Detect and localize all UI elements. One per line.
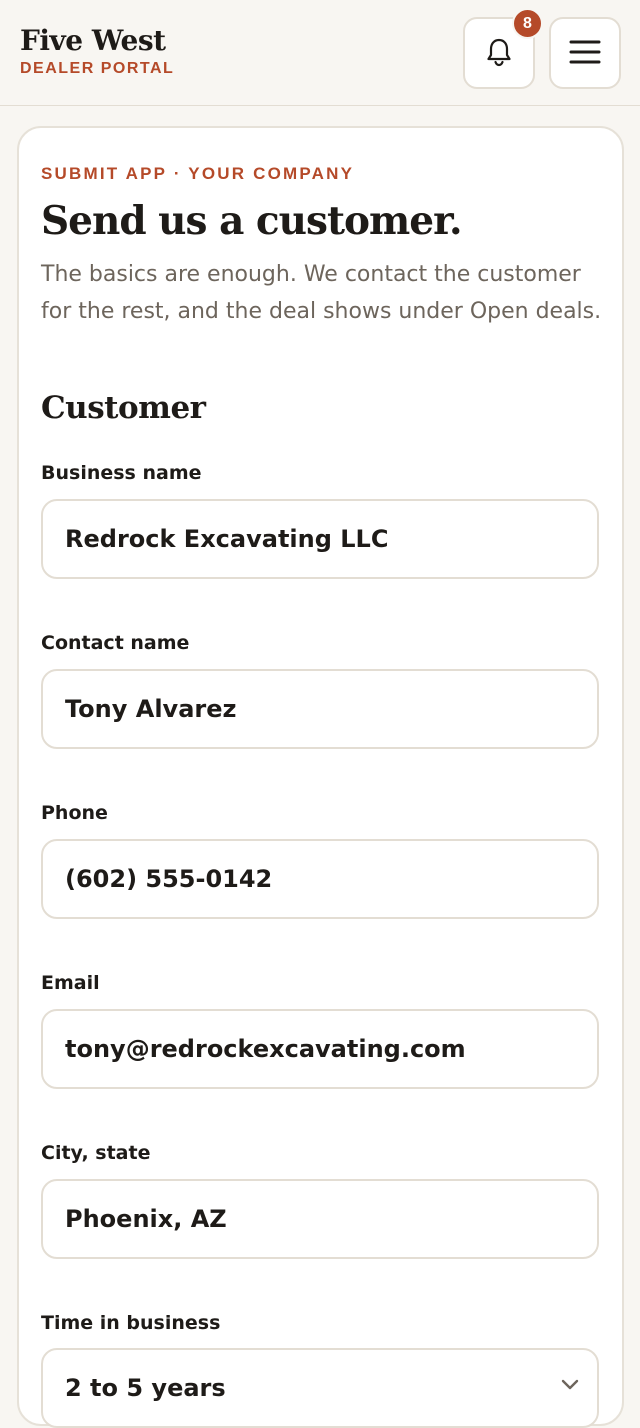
- email-label: Email: [41, 972, 100, 994]
- page-eyebrow: SUBMIT APP · YOUR COMPANY: [41, 164, 355, 183]
- time-in-business-label: Time in business: [41, 1312, 221, 1334]
- brand-logo[interactable]: Five West DEALER PORTAL: [20, 24, 174, 78]
- brand-name: Five West: [20, 24, 166, 57]
- top-header: Five West DEALER PORTAL 8: [0, 0, 640, 106]
- section-title-customer: Customer: [41, 390, 206, 426]
- business-name-input[interactable]: [41, 499, 599, 579]
- hamburger-menu-icon: [569, 39, 601, 68]
- page-title: Send us a customer.: [41, 198, 463, 244]
- city-state-label: City, state: [41, 1142, 151, 1164]
- phone-input[interactable]: [41, 839, 599, 919]
- phone-label: Phone: [41, 802, 108, 824]
- bell-icon: [485, 37, 513, 70]
- city-state-input[interactable]: [41, 1179, 599, 1259]
- page-intro: The basics are enough. We contact the cu…: [41, 262, 602, 324]
- email-input[interactable]: [41, 1009, 599, 1089]
- business-name-label: Business name: [41, 462, 202, 484]
- time-in-business-select[interactable]: 2 to 5 years: [41, 1348, 599, 1428]
- notification-count-badge: 8: [512, 8, 543, 39]
- contact-name-label: Contact name: [41, 632, 190, 654]
- menu-button[interactable]: [549, 17, 621, 89]
- chevron-down-icon: [561, 1376, 579, 1395]
- contact-name-input[interactable]: [41, 669, 599, 749]
- time-in-business-selected: 2 to 5 years: [65, 1374, 226, 1402]
- brand-subtitle: DEALER PORTAL: [20, 60, 175, 77]
